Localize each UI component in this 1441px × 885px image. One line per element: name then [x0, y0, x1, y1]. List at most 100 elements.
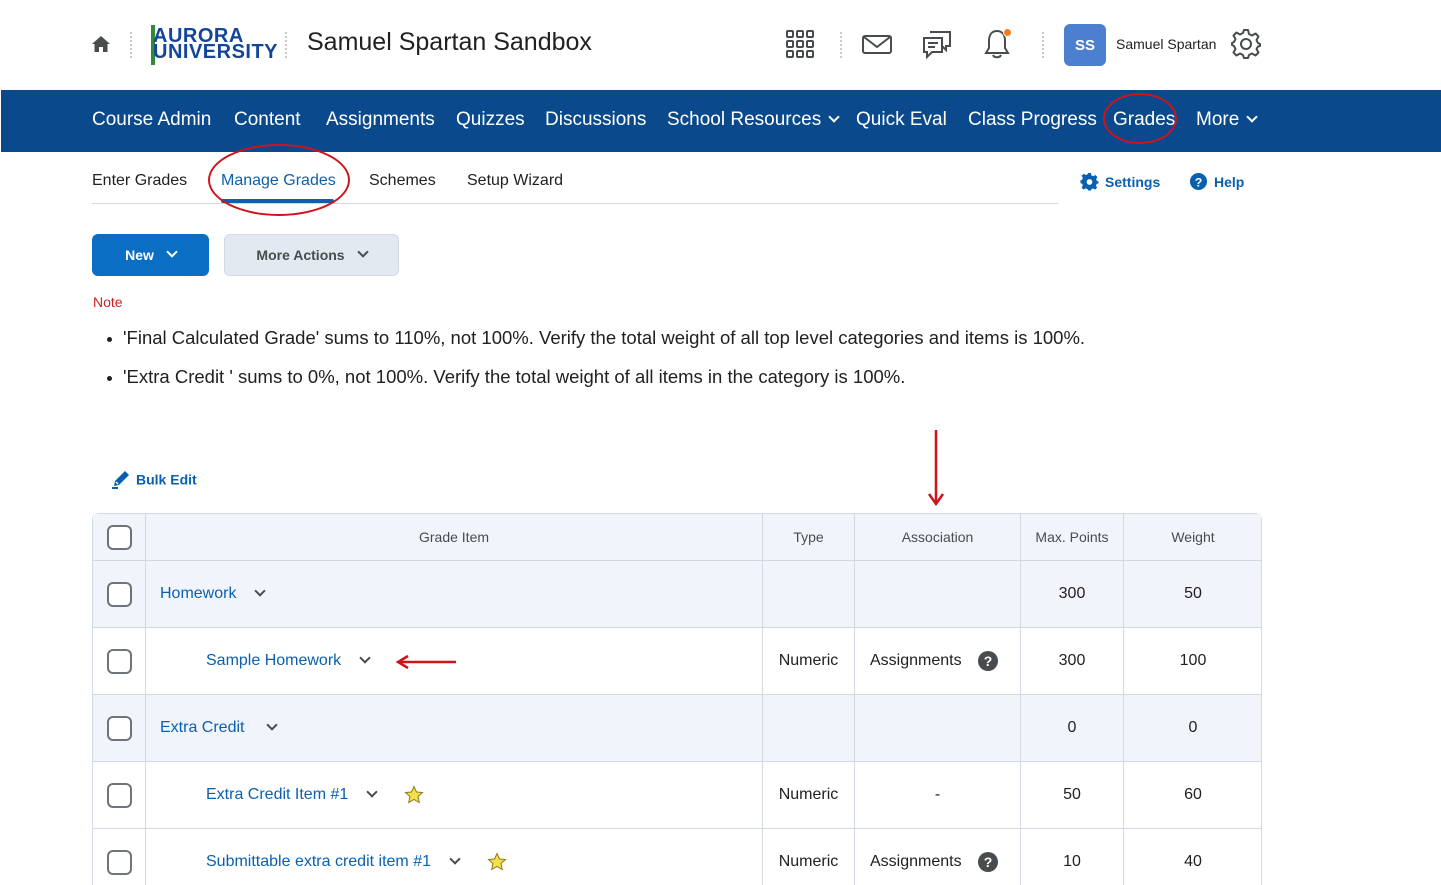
nav-course-admin[interactable]: Course Admin — [92, 109, 211, 131]
tab-enter-grades[interactable]: Enter Grades — [92, 172, 187, 190]
grades-table: Grade Item Type Association Max. Points … — [92, 513, 1262, 885]
col-header-grade-item[interactable]: Grade Item — [146, 514, 763, 560]
weight-cell: 0 — [1188, 719, 1198, 736]
association-cell: Assignments ? — [855, 628, 1021, 694]
max-points-cell: 300 — [1021, 561, 1124, 627]
chevron-down-icon[interactable] — [266, 719, 279, 731]
table-row: Homework 300 50 — [93, 561, 1261, 628]
new-button[interactable]: New — [92, 234, 209, 276]
help-label: Help — [1214, 174, 1245, 191]
annotation-arrow-down — [927, 430, 945, 507]
table-row: Submittable extra credit item #1 Numeric… — [93, 829, 1261, 885]
tab-manage-grades[interactable]: Manage Grades — [221, 172, 336, 190]
association-cell — [855, 561, 1021, 627]
help-icon: ? — [1189, 172, 1208, 191]
settings-label: Settings — [1105, 174, 1161, 191]
association-label: - — [934, 786, 941, 803]
notification-dot — [1003, 28, 1012, 37]
association-cell: - — [855, 762, 1021, 828]
logo-line-2: UNIVERSITY — [153, 41, 279, 63]
nav-more-label: More — [1196, 109, 1240, 130]
table-row: Extra Credit Item #1 Numeric - 50 60 — [93, 762, 1261, 829]
tab-schemes[interactable]: Schemes — [369, 172, 436, 190]
type-cell: Numeric — [763, 762, 855, 828]
more-actions-button[interactable]: More Actions — [224, 234, 399, 276]
row-select-cell — [93, 628, 146, 694]
chevron-down-icon[interactable] — [359, 652, 371, 664]
nav-school-resources[interactable]: School Resources — [667, 109, 840, 131]
nav-school-resources-label: School Resources — [667, 109, 822, 130]
divider — [840, 32, 842, 58]
col-header-max-points[interactable]: Max. Points — [1021, 514, 1124, 560]
course-navbar: Course Admin Content Assignments Quizzes… — [1, 90, 1441, 152]
home-icon[interactable] — [91, 34, 111, 54]
select-all-checkbox[interactable] — [106, 524, 132, 550]
note-label: Note — [93, 294, 123, 310]
svg-text:?: ? — [1195, 175, 1203, 189]
nav-content[interactable]: Content — [234, 109, 301, 131]
help-circle-icon[interactable]: ? — [978, 852, 998, 872]
grade-item-link[interactable]: Homework — [160, 585, 236, 603]
bulk-edit-button[interactable]: Bulk Edit — [111, 471, 197, 491]
weight-cell: 60 — [1184, 786, 1202, 803]
association-label: Assignments — [870, 853, 962, 870]
chat-icon[interactable] — [921, 28, 953, 60]
chevron-down-icon — [356, 246, 369, 258]
nav-discussions[interactable]: Discussions — [545, 109, 646, 131]
row-checkbox[interactable] — [106, 648, 132, 674]
bulk-edit-label: Bulk Edit — [136, 471, 197, 488]
row-checkbox[interactable] — [106, 581, 132, 607]
weight-cell: 100 — [1179, 652, 1207, 669]
help-circle-icon[interactable]: ? — [978, 651, 998, 671]
settings-link[interactable]: Settings — [1080, 172, 1161, 193]
row-select-cell — [93, 561, 146, 627]
chevron-down-icon[interactable] — [449, 853, 461, 865]
max-points-cell: 50 — [1021, 762, 1124, 828]
row-checkbox[interactable] — [106, 849, 132, 875]
col-header-type[interactable]: Type — [763, 514, 855, 560]
nav-class-progress[interactable]: Class Progress — [968, 109, 1097, 131]
grade-item-link[interactable]: Extra Credit Item #1 — [206, 786, 348, 804]
col-header-association[interactable]: Association — [855, 514, 1021, 560]
row-checkbox[interactable] — [106, 782, 132, 808]
tab-setup-wizard[interactable]: Setup Wizard — [467, 172, 563, 190]
gear-icon — [1080, 172, 1099, 191]
more-actions-label: More Actions — [256, 247, 345, 263]
chevron-down-icon[interactable] — [366, 786, 378, 798]
chevron-down-icon — [166, 246, 178, 258]
divider — [130, 32, 132, 58]
apps-grid-icon[interactable] — [784, 28, 816, 60]
association-cell: Assignments ? — [855, 829, 1021, 885]
table-row: Sample Homework Numeric Assignments ? 30… — [93, 628, 1261, 695]
course-title[interactable]: Samuel Spartan Sandbox — [307, 28, 592, 57]
nav-grades[interactable]: Grades — [1113, 109, 1175, 131]
max-points-cell: 0 — [1021, 695, 1124, 761]
tabs-divider — [92, 203, 1058, 204]
gear-icon[interactable] — [1230, 28, 1262, 60]
avatar[interactable]: SS — [1064, 24, 1106, 66]
weight-cell: 50 — [1184, 585, 1202, 602]
note-message: 'Extra Credit ' sums to 0%, not 100%. Ve… — [104, 366, 1085, 405]
grade-item-cell: Extra Credit — [146, 695, 763, 761]
type-cell: Numeric — [763, 829, 855, 885]
grade-item-link[interactable]: Submittable extra credit item #1 — [206, 853, 431, 871]
note-list: 'Final Calculated Grade' sums to 110%, n… — [104, 327, 1085, 405]
nav-quick-eval[interactable]: Quick Eval — [856, 109, 947, 131]
help-link[interactable]: ? Help — [1189, 172, 1245, 193]
nav-assignments[interactable]: Assignments — [326, 109, 435, 131]
university-logo[interactable]: AURORA UNIVERSITY — [151, 25, 278, 65]
note-message: 'Final Calculated Grade' sums to 110%, n… — [104, 327, 1085, 366]
nav-more[interactable]: More — [1196, 109, 1258, 131]
user-name[interactable]: Samuel Spartan — [1116, 36, 1216, 52]
association-label: Assignments — [870, 652, 962, 669]
row-checkbox[interactable] — [106, 715, 132, 741]
col-header-weight[interactable]: Weight — [1124, 514, 1262, 560]
chevron-down-icon[interactable] — [254, 585, 267, 597]
mail-icon[interactable] — [861, 28, 893, 60]
bulk-edit-icon — [112, 471, 129, 489]
nav-quizzes[interactable]: Quizzes — [456, 109, 525, 131]
grade-item-link[interactable]: Extra Credit — [160, 719, 244, 737]
row-select-cell — [93, 762, 146, 828]
grade-item-link[interactable]: Sample Homework — [206, 652, 341, 670]
bonus-star-icon — [487, 852, 507, 871]
